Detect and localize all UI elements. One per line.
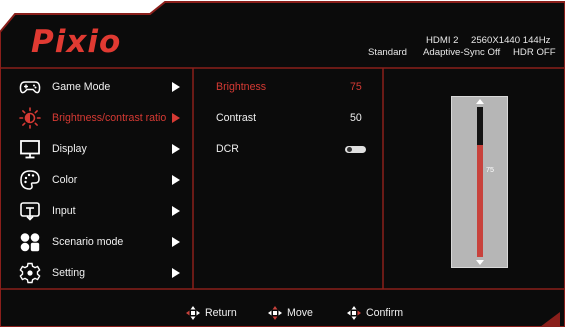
- status-input: HDMI 2: [426, 35, 459, 46]
- chevron-right-icon: [172, 113, 180, 123]
- toggle-knob: [347, 147, 352, 152]
- dpad-icon: [186, 306, 200, 320]
- input-source-icon: [20, 202, 40, 221]
- contrast-option[interactable]: Contrast 50: [200, 103, 375, 134]
- menu-item-label: Color: [52, 174, 78, 186]
- menu-item-brightness-contrast[interactable]: Brightness/contrast ratio: [0, 103, 192, 134]
- menu-item-label: Game Mode: [52, 81, 111, 93]
- brightness-label: Brightness: [216, 81, 267, 93]
- menu-item-label: Brightness/contrast ratio: [52, 112, 167, 124]
- scenario-mode-icon: [20, 233, 40, 252]
- arrow-up-icon[interactable]: [476, 99, 484, 104]
- pixio-logo: Pixio: [31, 24, 121, 60]
- contrast-value: 50: [350, 112, 362, 124]
- brightness-slider[interactable]: 75: [451, 96, 508, 268]
- nav-move-label: Move: [287, 307, 313, 319]
- settings-gear-icon: [19, 262, 41, 284]
- nav-confirm-label: Confirm: [366, 307, 404, 319]
- brightness-value: 75: [350, 81, 362, 93]
- slider-value: 75: [486, 165, 494, 174]
- status-hdr: HDR OFF: [513, 47, 556, 58]
- dpad-icon: [347, 306, 361, 320]
- menu-item-color[interactable]: Color: [0, 165, 192, 196]
- menu-item-scenario-mode[interactable]: Scenario mode: [0, 227, 192, 258]
- chevron-right-icon: [172, 206, 180, 216]
- menu-item-label: Scenario mode: [52, 236, 124, 248]
- arrow-down-icon[interactable]: [476, 260, 484, 265]
- menu-item-display[interactable]: Display: [0, 134, 192, 165]
- dcr-toggle[interactable]: [345, 146, 366, 153]
- status-adaptive-sync: Adaptive-Sync Off: [423, 47, 501, 58]
- slider-fill: [477, 144, 483, 257]
- monitor-icon: [20, 140, 40, 159]
- slider-track[interactable]: [477, 107, 483, 257]
- nav-return-label: Return: [205, 307, 237, 319]
- logo-text: Pixio: [31, 24, 122, 60]
- dcr-option[interactable]: DCR: [200, 134, 375, 165]
- chevron-right-icon: [172, 144, 180, 154]
- contrast-label: Contrast: [216, 112, 257, 124]
- chevron-right-icon: [172, 82, 180, 92]
- chevron-right-icon: [172, 175, 180, 185]
- menu-item-label: Setting: [52, 267, 85, 279]
- menu-item-setting[interactable]: Setting: [0, 258, 192, 289]
- osd-window: Pixio HDMI 2 2560X1440 144Hz Standard Ad…: [0, 0, 565, 327]
- menu-item-input[interactable]: Input: [0, 196, 192, 227]
- dcr-label: DCR: [216, 143, 239, 155]
- brightness-option[interactable]: Brightness 75: [200, 72, 375, 103]
- menu-item-label: Input: [52, 205, 76, 217]
- gamepad-icon: [19, 81, 41, 94]
- menu-item-label: Display: [52, 143, 87, 155]
- chevron-right-icon: [172, 268, 180, 278]
- dpad-icon: [268, 306, 282, 320]
- status-resolution-refresh: 2560X1440 144Hz: [471, 35, 551, 46]
- brightness-icon: [19, 107, 41, 129]
- status-picture-mode: Standard: [368, 47, 407, 58]
- palette-icon: [20, 170, 40, 190]
- menu-item-game-mode[interactable]: Game Mode: [0, 72, 192, 103]
- chevron-right-icon: [172, 237, 180, 247]
